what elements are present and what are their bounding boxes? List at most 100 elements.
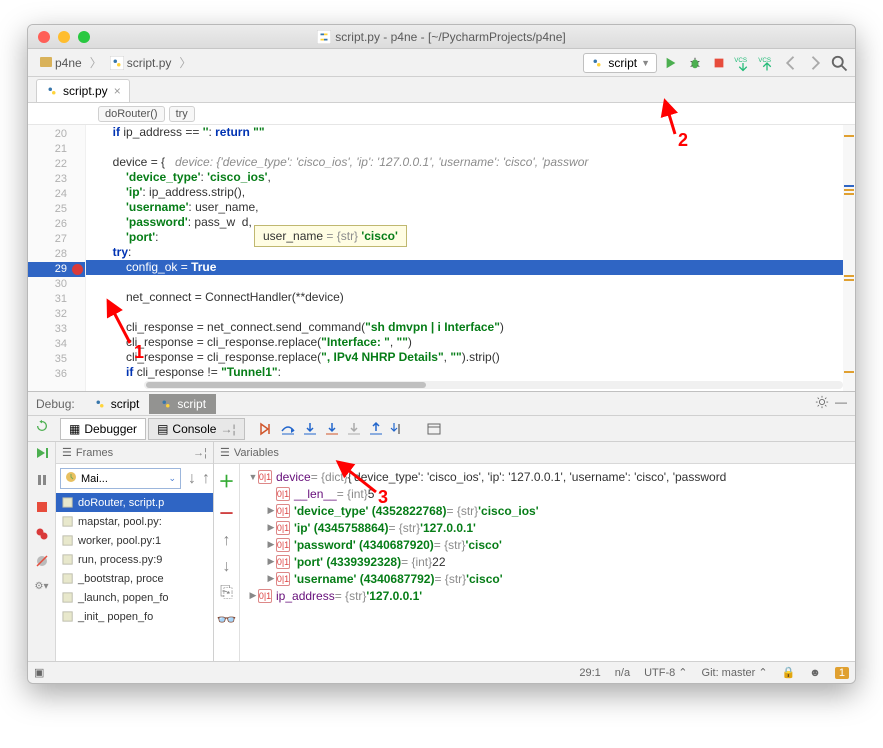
thread-select[interactable]: Mai... ⌄ [60,468,181,489]
stop-button[interactable] [709,53,729,73]
stack-frame[interactable]: run, process.py:9 [56,550,213,569]
settings-icon[interactable]: ⚙︎▾ [35,581,49,592]
remove-watch-button[interactable]: － [218,500,234,524]
rerun-button[interactable] [35,419,49,438]
step-out-button[interactable] [365,418,387,440]
gutter-line[interactable]: 33 [28,322,85,337]
minimize-panel-icon[interactable]: — [835,395,847,412]
git-branch[interactable]: Git: master ⌃ [702,666,768,679]
gutter-line[interactable]: 32 [28,307,85,322]
code-line[interactable]: if cli_response != "Tunnel1": [86,365,855,380]
force-step-into-button[interactable] [343,418,365,440]
debug-session-tab[interactable]: script [83,394,150,414]
console-tab[interactable]: ▤Console→¦ [148,418,245,440]
context-block[interactable]: try [169,106,195,122]
code-line[interactable]: cli_response = cli_response.replace("Int… [86,335,855,350]
gutter-line[interactable]: 35 [28,352,85,367]
gutter-line[interactable]: 29 [28,262,85,277]
view-breakpoints-button[interactable] [35,527,49,546]
gutter-line[interactable]: 30 [28,277,85,292]
forward-button[interactable] [805,53,825,73]
caret-position[interactable]: 29:1 [579,667,600,679]
code-line[interactable]: 'device_type': 'cisco_ios', [86,170,855,185]
gutter-line[interactable]: 25 [28,202,85,217]
debugger-tab[interactable]: ▦Debugger [60,418,146,440]
notifications-badge[interactable]: 1 [835,667,849,679]
code-line[interactable]: cli_response = net_connect.send_command(… [86,320,855,335]
stack-frame[interactable]: _launch, popen_fo [56,588,213,607]
code-line[interactable] [86,140,855,155]
code-line[interactable]: try: [86,245,855,260]
prev-frame-button[interactable]: ↓ [185,470,199,488]
variable-row[interactable]: ▼0|1device = {dict} {'device_type': 'cis… [240,468,855,485]
gutter-line[interactable]: 36 [28,367,85,382]
gutter-line[interactable]: 20 [28,127,85,142]
add-watch-button[interactable]: ＋ [218,468,234,492]
stack-frame[interactable]: mapstar, pool.py: [56,512,213,531]
run-button[interactable] [661,53,681,73]
gutter-line[interactable]: 34 [28,337,85,352]
gutter-line[interactable]: 22 [28,157,85,172]
gutter-line[interactable]: 23 [28,172,85,187]
code-line[interactable] [86,305,855,320]
search-button[interactable] [829,53,849,73]
stack-frame[interactable]: _bootstrap, proce [56,569,213,588]
code-line[interactable]: cli_response = cli_response.replace(", I… [86,350,855,365]
next-frame-button[interactable]: ↑ [199,470,213,488]
gutter-line[interactable]: 27 [28,232,85,247]
debug-session-tab-active[interactable]: script [149,394,216,414]
error-stripe[interactable] [843,125,855,391]
code-editor[interactable]: 2021222324252627282930313233343536 if ip… [28,125,855,391]
breadcrumb-project[interactable]: p4ne [55,56,82,70]
variable-row[interactable]: ▶0|1'port' (4339392328) = {int} 22 [240,553,855,570]
move-down-button[interactable]: ↓ [223,558,231,576]
close-tab-icon[interactable]: × [114,84,121,98]
back-button[interactable] [781,53,801,73]
gutter-line[interactable]: 31 [28,292,85,307]
editor-tab-script[interactable]: script.py × [36,79,130,102]
variable-row[interactable]: ▶0|1ip_address = {str} '127.0.0.1' [240,587,855,604]
step-over-button[interactable] [277,418,299,440]
variable-row[interactable]: 0|1__len__ = {int} 5 [240,485,855,502]
evaluate-expression-button[interactable] [423,418,445,440]
code-line[interactable]: net_connect = ConnectHandler(**device) [86,290,855,305]
breadcrumb-file[interactable]: script.py [127,56,172,70]
debug-button[interactable] [685,53,705,73]
vcs-commit-button[interactable]: VCS [757,53,777,73]
stack-frame[interactable]: doRouter, script.p [56,493,213,512]
code-line[interactable] [86,275,855,290]
copy-button[interactable]: ⎘ [220,584,233,602]
pause-button[interactable] [35,473,49,492]
variable-row[interactable]: ▶0|1'device_type' (4352822768) = {str} '… [240,502,855,519]
code-line[interactable]: 'ip': ip_address.strip(), [86,185,855,200]
variable-row[interactable]: ▶0|1'username' (4340687792) = {str} 'cis… [240,570,855,587]
code-line[interactable]: device = { device: {'device_type': 'cisc… [86,155,855,170]
gutter-line[interactable]: 21 [28,142,85,157]
encoding-select[interactable]: UTF-8 ⌃ [644,666,687,679]
show-execution-point-button[interactable] [255,418,277,440]
variable-row[interactable]: ▶0|1'ip' (4345758864) = {str} '127.0.0.1… [240,519,855,536]
tool-window-quick-access-icon[interactable]: ▣ [34,666,44,679]
code-body[interactable]: if ip_address == '': return "" device = … [86,125,855,391]
gutter-line[interactable]: 24 [28,187,85,202]
step-into-my-code-button[interactable] [321,418,343,440]
stop-debug-button[interactable] [35,500,49,519]
move-up-button[interactable]: ↑ [223,532,231,550]
stack-frame[interactable]: _init_ popen_fo [56,607,213,626]
run-config-select[interactable]: script ▼ [583,53,657,73]
breadcrumb[interactable]: p4ne 〉 script.py 〉 [34,54,191,72]
vcs-update-button[interactable]: VCS [733,53,753,73]
hector-icon[interactable]: ☻ [809,667,821,679]
readonly-status[interactable]: n/a [615,667,630,679]
gutter[interactable]: 2021222324252627282930313233343536 [28,125,86,391]
horizontal-scrollbar[interactable] [144,381,843,389]
run-to-cursor-button[interactable] [387,418,409,440]
lock-icon[interactable]: 🔒 [782,666,796,679]
variable-row[interactable]: ▶0|1'password' (4340687920) = {str} 'cis… [240,536,855,553]
mute-breakpoints-button[interactable] [35,554,49,573]
step-into-button[interactable] [299,418,321,440]
stack-frame[interactable]: worker, pool.py:1 [56,531,213,550]
code-line[interactable]: 'username': user_name, [86,200,855,215]
gear-icon[interactable] [815,395,829,412]
code-line[interactable]: config_ok = True [86,260,855,275]
